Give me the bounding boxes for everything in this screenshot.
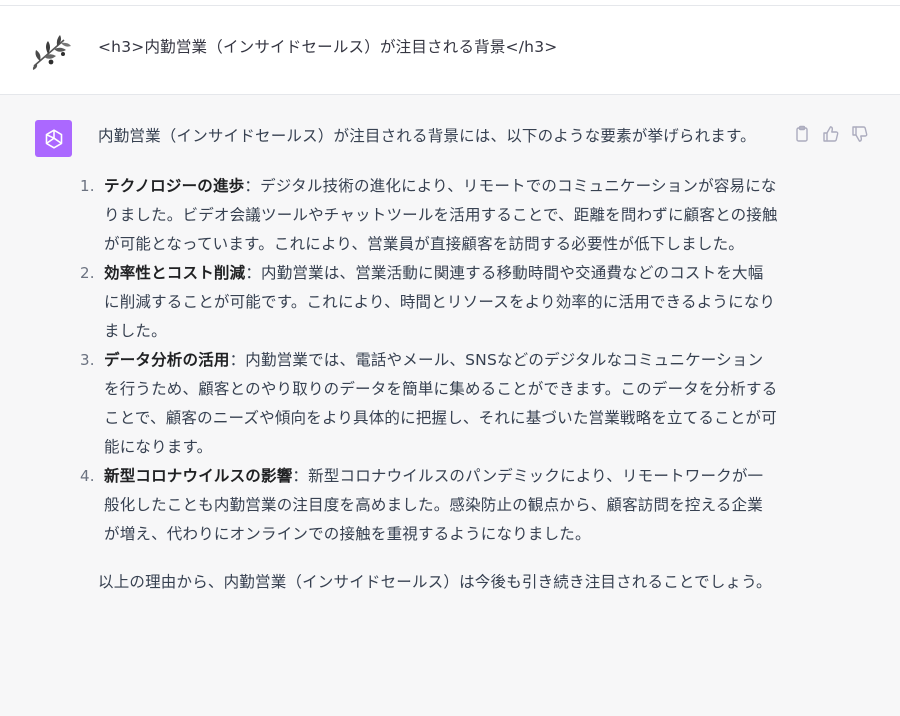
assistant-message-row: 内勤営業（インサイドセールス）が注目される背景には、以下のような要素が挙げられま…	[0, 95, 900, 716]
message-actions	[792, 124, 870, 144]
list-item-title: 新型コロナウイルスの影響	[104, 467, 293, 485]
assistant-outro: 以上の理由から、内勤営業（インサイドセールス）は今後も引き続き注目されることでし…	[98, 573, 772, 591]
user-message-row: <h3>内勤営業（インサイドセールス）が注目される背景</h3>	[0, 6, 900, 95]
list-item-title: 効率性とコスト削減	[104, 264, 246, 282]
list-number: 3.	[80, 351, 95, 369]
user-avatar	[30, 32, 74, 74]
assistant-message-content: 内勤営業（インサイドセールス）が注目される背景には、以下のような要素が挙げられま…	[80, 122, 778, 597]
list-item: 4. 新型コロナウイルスの影響：新型コロナウイルスのパンデミックにより、リモート…	[80, 462, 778, 549]
list-item: 2. 効率性とコスト削減：内勤営業は、営業活動に関連する移動時間や交通費などのコ…	[80, 259, 778, 346]
user-message-text: <h3>内勤営業（インサイドセールス）が注目される背景</h3>	[98, 38, 558, 56]
list-number: 4.	[80, 467, 95, 485]
olive-branch-avatar-icon	[32, 35, 71, 70]
list-item-title: データ分析の活用	[104, 351, 230, 369]
assistant-intro: 内勤営業（インサイドセールス）が注目される背景には、以下のような要素が挙げられま…	[98, 127, 756, 145]
list-item-title: テクノロジーの進歩	[104, 177, 245, 195]
list-number: 2.	[80, 264, 95, 282]
assistant-avatar	[35, 120, 72, 157]
reason-list: 1. テクノロジーの進歩：デジタル技術の進化により、リモートでのコミュニケーショ…	[80, 172, 778, 549]
list-number: 1.	[80, 177, 95, 195]
openai-logo-icon	[45, 128, 62, 149]
clipboard-icon[interactable]	[792, 124, 812, 144]
list-item: 3. データ分析の活用：内勤営業では、電話やメール、SNSなどのデジタルなコミュ…	[80, 346, 778, 462]
thumbs-up-icon[interactable]	[821, 124, 841, 144]
list-item: 1. テクノロジーの進歩：デジタル技術の進化により、リモートでのコミュニケーショ…	[80, 172, 778, 259]
thumbs-down-icon[interactable]	[850, 124, 870, 144]
